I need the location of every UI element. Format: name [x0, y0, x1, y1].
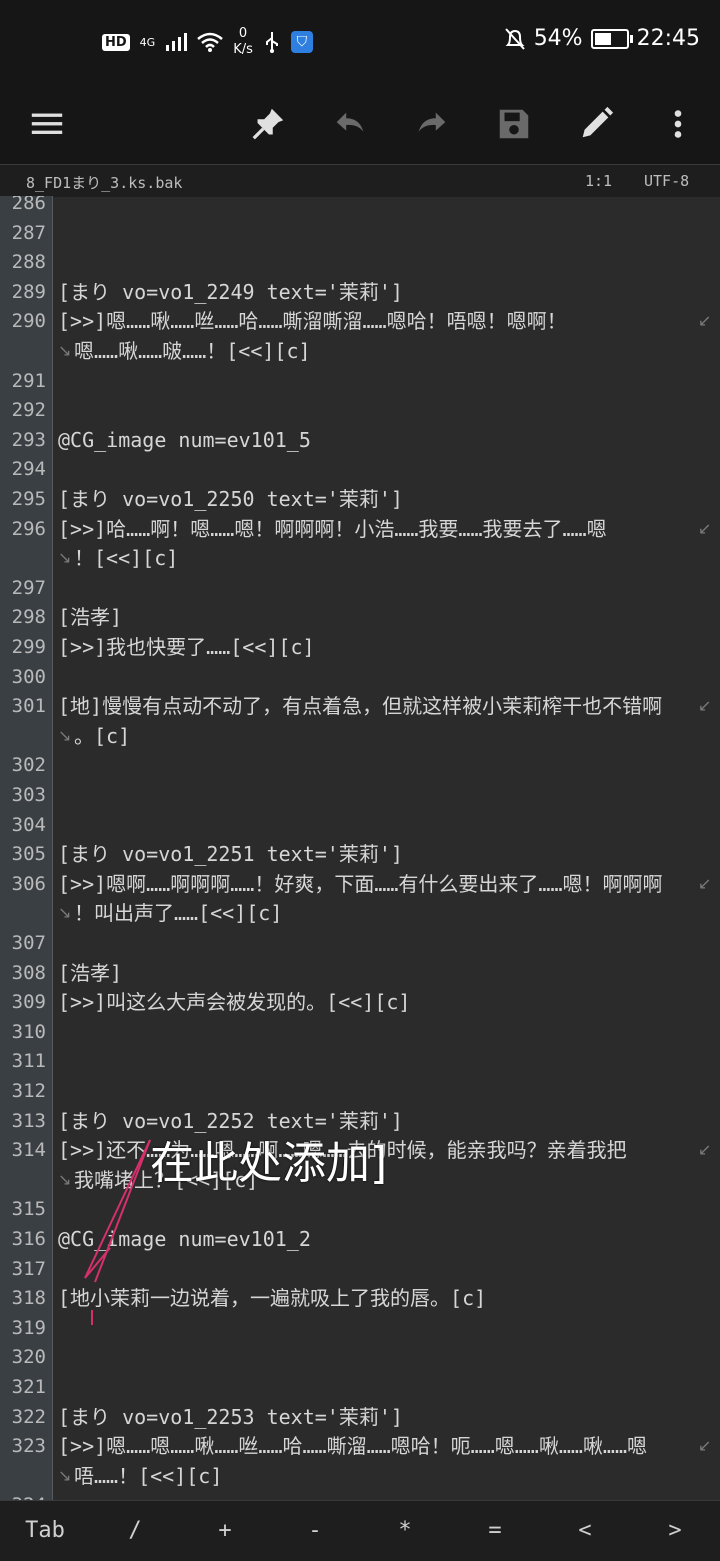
symbol-key-bar: Tab / + - * = < > [0, 1500, 720, 1561]
handwritten-annotation [84, 1139, 151, 1325]
key-button[interactable]: Tab [0, 1501, 90, 1561]
key-button[interactable]: < [540, 1501, 630, 1561]
key-button[interactable]: + [180, 1501, 270, 1561]
key-button[interactable]: > [630, 1501, 720, 1561]
key-button[interactable]: / [90, 1501, 180, 1561]
annotation-text: 在此处添加] [150, 1138, 388, 1189]
key-button[interactable]: * [360, 1501, 450, 1561]
key-button[interactable]: = [450, 1501, 540, 1561]
key-button[interactable]: - [270, 1501, 360, 1561]
